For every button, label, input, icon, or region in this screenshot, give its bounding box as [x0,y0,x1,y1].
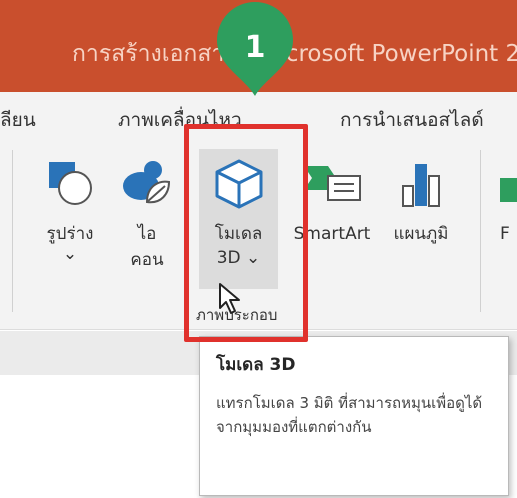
tab-slideshow[interactable]: การนำเสนอสไลด์ [340,105,484,135]
shapes-icon [49,162,92,205]
icons-label-1: ไอ [137,224,157,244]
icons-label-2: คอน [130,250,164,270]
mouse-cursor-icon [219,283,240,314]
chart-label: แผนภูมิ [393,224,449,244]
tooltip-3d-models: โมเดล 3D แทรกโมเดล 3 มิติ ที่สามารถหมุนเ… [199,336,509,496]
chart-icon [402,164,440,207]
highlight-box [184,124,308,342]
powerpoint-window: การสร้างเอกสาร - Microsoft PowerPoint 20… [0,0,517,498]
tab-draw[interactable]: ลียน [0,105,36,135]
icons-button[interactable]: ไอ คอน [116,158,178,288]
icons-icon [123,161,171,204]
step-number: 1 [244,30,266,65]
tooltip-body: แทรกโมเดล 3 มิติ ที่สามารถหมุนเพื่อดูได้… [216,394,483,436]
partial-label: F [500,224,510,244]
ribbon-separator [12,150,13,312]
shapes-button[interactable]: รูปร่าง ⌄ [40,158,100,288]
partial-icon [500,178,517,202]
chevron-down-icon: ⌄ [62,244,78,264]
partial-command-button[interactable]: F [494,158,517,288]
smartart-icon [304,166,361,201]
tooltip-title: โมเดล 3D [216,355,296,375]
chart-button[interactable]: แผนภูมิ [382,158,460,288]
ribbon-separator [480,150,481,312]
